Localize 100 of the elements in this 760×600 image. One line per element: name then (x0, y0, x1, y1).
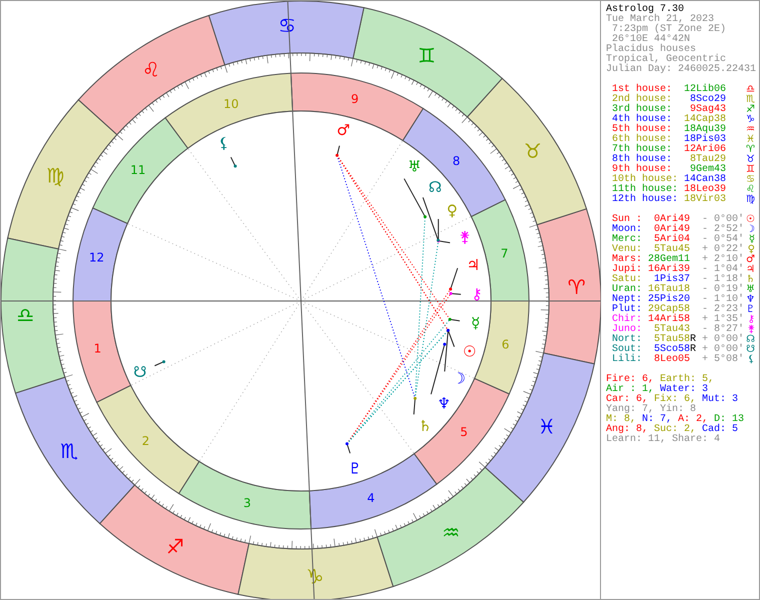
house-label: 3rd house: (612, 105, 674, 115)
house-cusp-position: 12Lib06 (682, 85, 726, 95)
planet-position: 1Pis37 (654, 275, 690, 285)
planet-glyph: ☿ (471, 314, 480, 332)
app-title: Astrolog 7.30 (606, 5, 686, 15)
planet-position: 0Ari49 (652, 225, 690, 235)
planet-name: Moon: (612, 225, 642, 235)
planet-position: 14Ari58 (646, 315, 690, 325)
house-number: 11 (130, 163, 146, 178)
element-stat: Mut: 3 (702, 395, 738, 405)
planet-speed: + 2°10' (700, 255, 744, 265)
planet-pointer (404, 178, 427, 218)
planet-glyph: ♀ (748, 245, 755, 255)
planet-name: Nort: (612, 335, 642, 345)
planet-position: 29Cap58 (646, 305, 690, 315)
planet-name: Plut: (612, 305, 642, 315)
house-cusp-position: 8Sco29 (688, 95, 726, 105)
planet-name: Satu: (612, 275, 642, 285)
planet-speed: + 0°00' (700, 345, 744, 355)
planet-speed: + 1°35' (700, 315, 744, 325)
planet-glyph: ♅ (746, 285, 755, 295)
planet-position: 8Leo05 (652, 355, 690, 365)
house-label: 8th house: (612, 155, 674, 165)
element-stat: Yin: 8 (660, 405, 696, 415)
element-stat: Car: 6, (606, 395, 648, 405)
chart-info-line: 7:23pm (ST Zone 2E) (611, 25, 728, 35)
planet-glyph: ⚸ (748, 355, 755, 365)
planet-glyph: ☋ (133, 363, 147, 382)
house-cusp-position: 9Sag43 (690, 105, 726, 115)
planet-glyph: ♄ (418, 416, 432, 435)
element-stat: Earth: 5, (660, 375, 714, 385)
planet-position: 5Tau43 (652, 325, 690, 335)
house-label: 7th house: (612, 145, 674, 155)
house-number: 2 (142, 434, 150, 448)
house-number: 4 (367, 490, 375, 505)
planet-name: Lili: (612, 355, 642, 365)
zodiac-sign-glyph: ♐ (166, 534, 184, 559)
planet-position: 5Tau58 (652, 335, 690, 345)
house-number: 7 (500, 246, 508, 260)
chart-info-line: 26°10E 44°42N (612, 35, 690, 45)
planet-glyph: ♂ (336, 121, 350, 140)
zodiac-sign-glyph: ♉ (524, 139, 542, 164)
retrograde-marker: R (690, 344, 696, 355)
house-label: 10th house: (612, 175, 678, 185)
house-cusp-position: 18Aqu39 (682, 125, 726, 135)
planet-glyph: ♃ (746, 265, 755, 275)
planet-pointer (413, 396, 417, 415)
chart-info-line: Julian Day: 2460025.22431 (606, 65, 758, 75)
element-stat: Water: 3 (660, 385, 708, 395)
planet-pointer (336, 145, 340, 157)
planet-name: Venu: (612, 245, 642, 255)
planet-position: 16Tau18 (646, 285, 690, 295)
planet-pointer (230, 156, 237, 168)
planet-glyph: ♇ (348, 460, 362, 478)
house-cusp-position: 18Vir03 (682, 195, 726, 205)
zodiac-sign-glyph: ♒ (442, 520, 460, 545)
house-label: 4th house: (612, 115, 674, 125)
house-number: 10 (223, 97, 239, 112)
planet-pointer (448, 318, 460, 322)
planet-position: 5Tau45 (654, 245, 690, 255)
planet-glyph: ♃ (466, 256, 480, 274)
house-label: 11th house: (612, 185, 678, 195)
house-label: 12th house: (612, 195, 678, 205)
planet-glyph: ☉ (462, 342, 476, 360)
planet-glyph: ♆ (746, 295, 755, 305)
chart-info-line: Tue March 21, 2023 (606, 15, 714, 25)
house-cusp-position: 18Leo39 (682, 185, 726, 195)
planet-glyph: ♀ (446, 202, 458, 220)
planet-position: 28Gem11 (646, 255, 690, 265)
planet-speed: - 0°54' (700, 235, 744, 245)
house-number: 6 (502, 338, 510, 352)
planet-glyph: ☋ (746, 345, 755, 355)
sign-glyph: ♎ (746, 85, 755, 95)
house-number: 1 (94, 342, 102, 356)
planet-glyph: ♆ (437, 394, 451, 413)
planet-name: Chir: (612, 315, 642, 325)
planet-speed: - 8°27' (700, 325, 744, 335)
sign-glyph: ♐ (746, 105, 755, 115)
house-number: 8 (452, 154, 460, 168)
planet-speed: - 0°19' (700, 285, 744, 295)
house-label: 2nd house: (612, 95, 674, 105)
chart-info-line: Tropical, Geocentric (606, 55, 726, 65)
planet-speed: + 0°22' (700, 245, 744, 255)
sign-glyph: ♋ (746, 175, 755, 185)
house-number: 9 (351, 92, 359, 106)
element-stat: Cad: 5 (702, 425, 738, 435)
planet-glyph: ⚵ (459, 228, 470, 246)
sign-glyph: ♏ (746, 95, 755, 105)
planet-name: Sout: (612, 345, 642, 355)
house-cusp-position: 14Cap38 (682, 115, 726, 125)
house-label: 5th house: (612, 125, 674, 135)
sign-glyph: ♊ (746, 165, 755, 175)
zodiac-sign-glyph: ♏ (60, 438, 78, 463)
planet-glyph: ⚷ (471, 284, 482, 303)
planet-glyph: ☉ (746, 215, 755, 225)
planet-position: 16Ari39 (646, 265, 690, 275)
planet-pointer (346, 442, 351, 454)
element-stat: Air : 1, (606, 385, 654, 395)
element-stat: A: 2, (678, 415, 708, 425)
sign-glyph: ♑ (746, 115, 755, 125)
